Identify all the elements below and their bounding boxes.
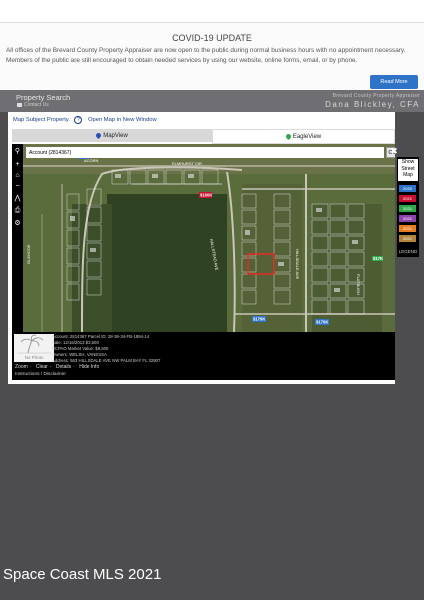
map-road-label: HILLSDALE AVE — [295, 249, 300, 279]
details-link[interactable]: Details — [56, 364, 71, 370]
open-map-new-window-link[interactable]: Open Map in New Window — [88, 117, 157, 123]
zoom-in-icon[interactable]: + — [13, 160, 22, 169]
legend-item[interactable]: 2020 — [399, 185, 416, 192]
site-header: Property Search Contact Us Brevard Count… — [0, 90, 424, 112]
address-line: Address: 563 HILLSDALE AVE NW PALM BAY F… — [52, 357, 161, 363]
read-more-button[interactable]: Read More — [370, 75, 418, 89]
disclaimer-link[interactable]: Disclaimer — [44, 372, 66, 377]
parcel-details: Account: 2814367 Parcel ID: 28-36-34-FB-… — [52, 334, 160, 364]
instructions-row: Instructions / Disclaimer — [12, 372, 395, 380]
clear-link[interactable]: Clear — [36, 364, 48, 370]
zoom-link[interactable]: Zoom — [15, 364, 28, 370]
home-icon[interactable]: ⌂ — [13, 171, 22, 180]
instructions-link[interactable]: Instructions — [15, 372, 40, 377]
close-icon[interactable]: ✖ — [389, 146, 399, 156]
page-title: Property Search — [16, 93, 71, 102]
print-icon[interactable]: ⎙ — [13, 206, 22, 215]
search-icon[interactable]: ⚲ — [13, 147, 22, 156]
search-input[interactable] — [26, 147, 384, 158]
tab-mapview[interactable]: MapView — [12, 129, 212, 142]
map-road-label: ELMHURST CIR — [172, 161, 202, 166]
gear-icon[interactable]: ⚙ — [13, 219, 22, 228]
map-search: Go — [26, 147, 395, 159]
parcel-info-panel: No Photo Account: 2814367 Parcel ID: 28-… — [12, 332, 395, 364]
aerial-map[interactable]: ELMHURST CIR HALLSTEAD AVE HILLSDALE AVE… — [12, 144, 395, 332]
map-road-label: FLATBUSH — [356, 274, 361, 295]
map-tabs: MapView EagleView — [12, 129, 395, 144]
legend-item[interactable]: 2021 — [399, 195, 416, 202]
map-pin-icon — [284, 132, 292, 141]
info-actions: Zoom · Clear · Details · Hide Info — [12, 364, 395, 372]
help-icon[interactable]: ? — [74, 116, 83, 124]
contact-us-link[interactable]: Contact Us — [17, 102, 49, 108]
measure-icon[interactable]: ⋀ — [13, 194, 22, 203]
no-photo-label: No Photo — [24, 355, 44, 360]
mls-watermark: Space Coast MLS 2021 — [3, 566, 162, 583]
legend-item[interactable]: 2021 — [399, 205, 416, 212]
map-right-panel: Show Street Map 2020 2021 2021 2021 2021… — [397, 157, 419, 257]
value-badge: $160K — [200, 193, 212, 198]
covid-banner: COVID-19 UPDATE All offices of the Breva… — [0, 22, 424, 92]
show-street-map-button[interactable]: Show Street Map — [398, 159, 418, 181]
value-badge: $170K — [316, 320, 328, 325]
map-road-label: GLENCOE — [26, 244, 31, 264]
map-subject-property-link[interactable]: Map Subject Property — [13, 117, 69, 123]
value-badge: $17K — [373, 256, 383, 261]
palm-tree-icon — [17, 334, 51, 354]
tab-eagleview-label: EagleView — [292, 133, 322, 140]
tab-eagleview[interactable]: EagleView — [212, 129, 395, 144]
covid-text: All offices of the Brevard County Proper… — [6, 47, 406, 64]
appraiser-name: Dana Blickley, CFA — [325, 100, 420, 109]
no-photo-placeholder: No Photo — [14, 334, 54, 362]
map-links: Map Subject Property ? Open Map in New W… — [13, 116, 161, 124]
legend-label[interactable]: LEGEND — [397, 249, 419, 254]
zoom-out-icon[interactable]: − — [13, 182, 22, 191]
map-pin-icon — [95, 131, 103, 140]
agency-name: Brevard County Property Appraiser — [332, 93, 420, 99]
legend-item[interactable]: 2021 — [399, 215, 416, 222]
aerial-imagery: ELMHURST CIR HALLSTEAD AVE HILLSDALE AVE… — [12, 144, 395, 332]
value-badge: $179K — [253, 317, 265, 322]
covid-title: COVID-19 UPDATE — [172, 33, 252, 43]
legend-item[interactable]: 2021 — [399, 235, 416, 242]
tab-mapview-label: MapView — [103, 132, 128, 139]
legend-item[interactable]: 2021 — [399, 225, 416, 232]
map-toolbar: ⚲ + ⌂ − ⋀ ⎙ ⚙ — [12, 144, 23, 332]
top-bar — [0, 0, 424, 22]
hide-info-link[interactable]: Hide Info — [79, 364, 99, 370]
